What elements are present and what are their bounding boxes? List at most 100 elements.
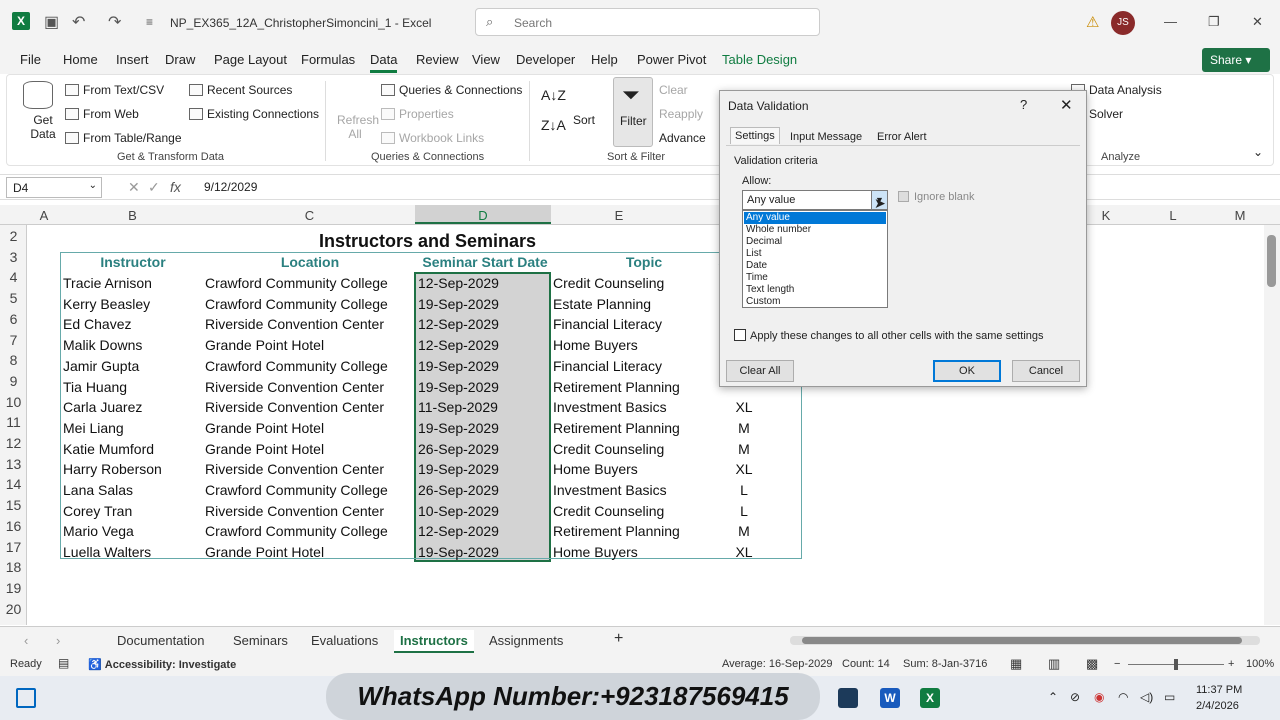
insert-function-icon[interactable]: fx — [170, 179, 181, 195]
table-cell[interactable]: Financial Literacy — [553, 356, 735, 376]
start-icon[interactable] — [16, 688, 36, 708]
option-custom[interactable]: Custom — [744, 296, 886, 308]
clock-time[interactable]: 11:37 PM — [1196, 684, 1242, 696]
option-decimal[interactable]: Decimal — [744, 236, 886, 248]
column-header-m[interactable]: M — [1218, 208, 1262, 223]
close-icon[interactable]: ✕ — [1252, 14, 1263, 30]
table-cell[interactable]: Credit Counseling — [553, 501, 735, 521]
vertical-scrollbar[interactable] — [1264, 225, 1280, 625]
sort-button[interactable]: Sort — [573, 113, 595, 127]
from-web-button[interactable]: From Web — [65, 107, 139, 121]
column-header-e[interactable]: E — [551, 208, 687, 223]
table-cell[interactable]: Investment Basics — [553, 397, 735, 417]
tab-input-message[interactable]: Input Message — [790, 131, 862, 143]
tray-chevron-icon[interactable]: ⌃ — [1048, 690, 1058, 704]
get-data-button[interactable]: Get Data — [23, 113, 63, 141]
undo-icon[interactable]: ↶ — [72, 12, 85, 32]
share-button[interactable]: Share ▾ — [1202, 48, 1270, 72]
formula-content[interactable]: 9/12/2029 — [204, 180, 257, 194]
table-cell[interactable]: Jamir Gupta — [63, 356, 203, 376]
tab-table-design[interactable]: Table Design — [722, 52, 797, 67]
page-break-view-icon[interactable]: ▩ — [1086, 656, 1098, 672]
cancel-button[interactable]: Cancel — [1012, 360, 1080, 382]
option-time[interactable]: Time — [744, 272, 886, 284]
row-header[interactable]: 10 — [0, 394, 27, 410]
scroll-thumb[interactable] — [1267, 235, 1276, 287]
table-cell[interactable]: 19-Sep-2029 — [418, 294, 552, 314]
table-cell[interactable]: M — [719, 418, 769, 438]
table-header-cell[interactable]: Instructor — [63, 252, 203, 272]
table-cell[interactable]: Luella Walters — [63, 542, 203, 562]
row-header[interactable]: 16 — [0, 518, 27, 534]
avatar[interactable]: JS — [1111, 11, 1135, 35]
table-cell[interactable]: L — [719, 501, 769, 521]
table-cell[interactable]: 12-Sep-2029 — [418, 521, 552, 541]
terminal-app-icon[interactable] — [838, 688, 858, 708]
workbook-links-button[interactable]: Workbook Links — [381, 131, 484, 145]
close-icon[interactable]: ✕ — [1060, 96, 1073, 114]
zoom-out-icon[interactable]: − — [1114, 658, 1120, 670]
row-header[interactable]: 2 — [0, 228, 27, 244]
table-cell[interactable]: Mei Liang — [63, 418, 203, 438]
warning-icon[interactable]: ⚠ — [1086, 13, 1099, 31]
tab-home[interactable]: Home — [63, 52, 98, 67]
clear-button[interactable]: Clear — [659, 83, 688, 97]
row-header[interactable]: 7 — [0, 332, 27, 348]
table-cell[interactable]: Malik Downs — [63, 335, 203, 355]
table-cell[interactable]: Riverside Convention Center — [205, 377, 415, 397]
table-cell[interactable]: 10-Sep-2029 — [418, 501, 552, 521]
from-text-csv-button[interactable]: From Text/CSV — [65, 83, 164, 97]
collapse-ribbon-icon[interactable]: ⌄ — [1253, 145, 1263, 159]
table-cell[interactable]: XL — [719, 542, 769, 562]
table-cell[interactable]: Grande Point Hotel — [205, 439, 415, 459]
row-header[interactable]: 6 — [0, 311, 27, 327]
table-cell[interactable]: M — [719, 521, 769, 541]
prev-sheet-icon[interactable]: ‹ — [24, 633, 28, 648]
search-box[interactable]: ⌕ Search — [475, 8, 820, 36]
table-cell[interactable]: M — [719, 439, 769, 459]
redo-icon[interactable]: ↷ — [108, 12, 121, 32]
normal-view-icon[interactable]: ▦ — [1010, 656, 1022, 672]
table-cell[interactable]: Carla Juarez — [63, 397, 203, 417]
table-cell[interactable]: 12-Sep-2029 — [418, 273, 552, 293]
table-cell[interactable]: 19-Sep-2029 — [418, 542, 552, 562]
row-header[interactable]: 3 — [0, 249, 27, 265]
existing-connections-button[interactable]: Existing Connections — [189, 107, 319, 121]
row-header[interactable]: 19 — [0, 580, 27, 596]
save-icon[interactable]: ▣ — [44, 12, 59, 32]
restore-icon[interactable]: ❐ — [1208, 14, 1220, 30]
table-cell[interactable]: Riverside Convention Center — [205, 314, 415, 334]
column-header-b[interactable]: B — [61, 208, 204, 223]
table-header-cell[interactable]: Seminar Start Date — [418, 252, 552, 272]
tab-view[interactable]: View — [472, 52, 500, 67]
sheet-tab-instructors[interactable]: Instructors — [394, 630, 474, 653]
tab-page-layout[interactable]: Page Layout — [214, 52, 287, 67]
table-cell[interactable]: Crawford Community College — [205, 294, 415, 314]
clock-date[interactable]: 2/4/2026 — [1196, 700, 1239, 712]
row-header[interactable]: 11 — [0, 414, 27, 430]
sheet-title[interactable]: Instructors and Seminars — [319, 229, 536, 253]
row-header[interactable]: 8 — [0, 352, 27, 368]
clear-all-button[interactable]: Clear All — [726, 360, 794, 382]
table-cell[interactable]: Estate Planning — [553, 294, 735, 314]
allow-select[interactable]: Any value ▼ — [742, 190, 888, 210]
table-cell[interactable]: Home Buyers — [553, 335, 735, 355]
macro-record-icon[interactable]: ▤ — [58, 656, 69, 670]
battery-icon[interactable]: ▭ — [1164, 690, 1175, 704]
column-header-d[interactable]: D — [415, 205, 551, 224]
table-header-cell[interactable]: Topic — [553, 252, 735, 272]
row-header[interactable]: 18 — [0, 559, 27, 575]
sheet-tab-seminars[interactable]: Seminars — [233, 633, 288, 648]
filter-button[interactable]: ⏷ Filter — [613, 77, 653, 147]
page-layout-view-icon[interactable]: ▥ — [1048, 656, 1060, 672]
column-header-c[interactable]: C — [204, 208, 415, 223]
table-cell[interactable]: Lana Salas — [63, 480, 203, 500]
table-cell[interactable]: Kerry Beasley — [63, 294, 203, 314]
reapply-button[interactable]: Reapply — [659, 107, 703, 121]
tab-power-pivot[interactable]: Power Pivot — [637, 52, 706, 67]
table-cell[interactable]: XL — [719, 459, 769, 479]
ignore-blank-checkbox[interactable]: Ignore blank — [898, 191, 975, 203]
table-cell[interactable]: Grande Point Hotel — [205, 418, 415, 438]
table-header-cell[interactable]: Location — [205, 252, 415, 272]
tab-draw[interactable]: Draw — [165, 52, 195, 67]
